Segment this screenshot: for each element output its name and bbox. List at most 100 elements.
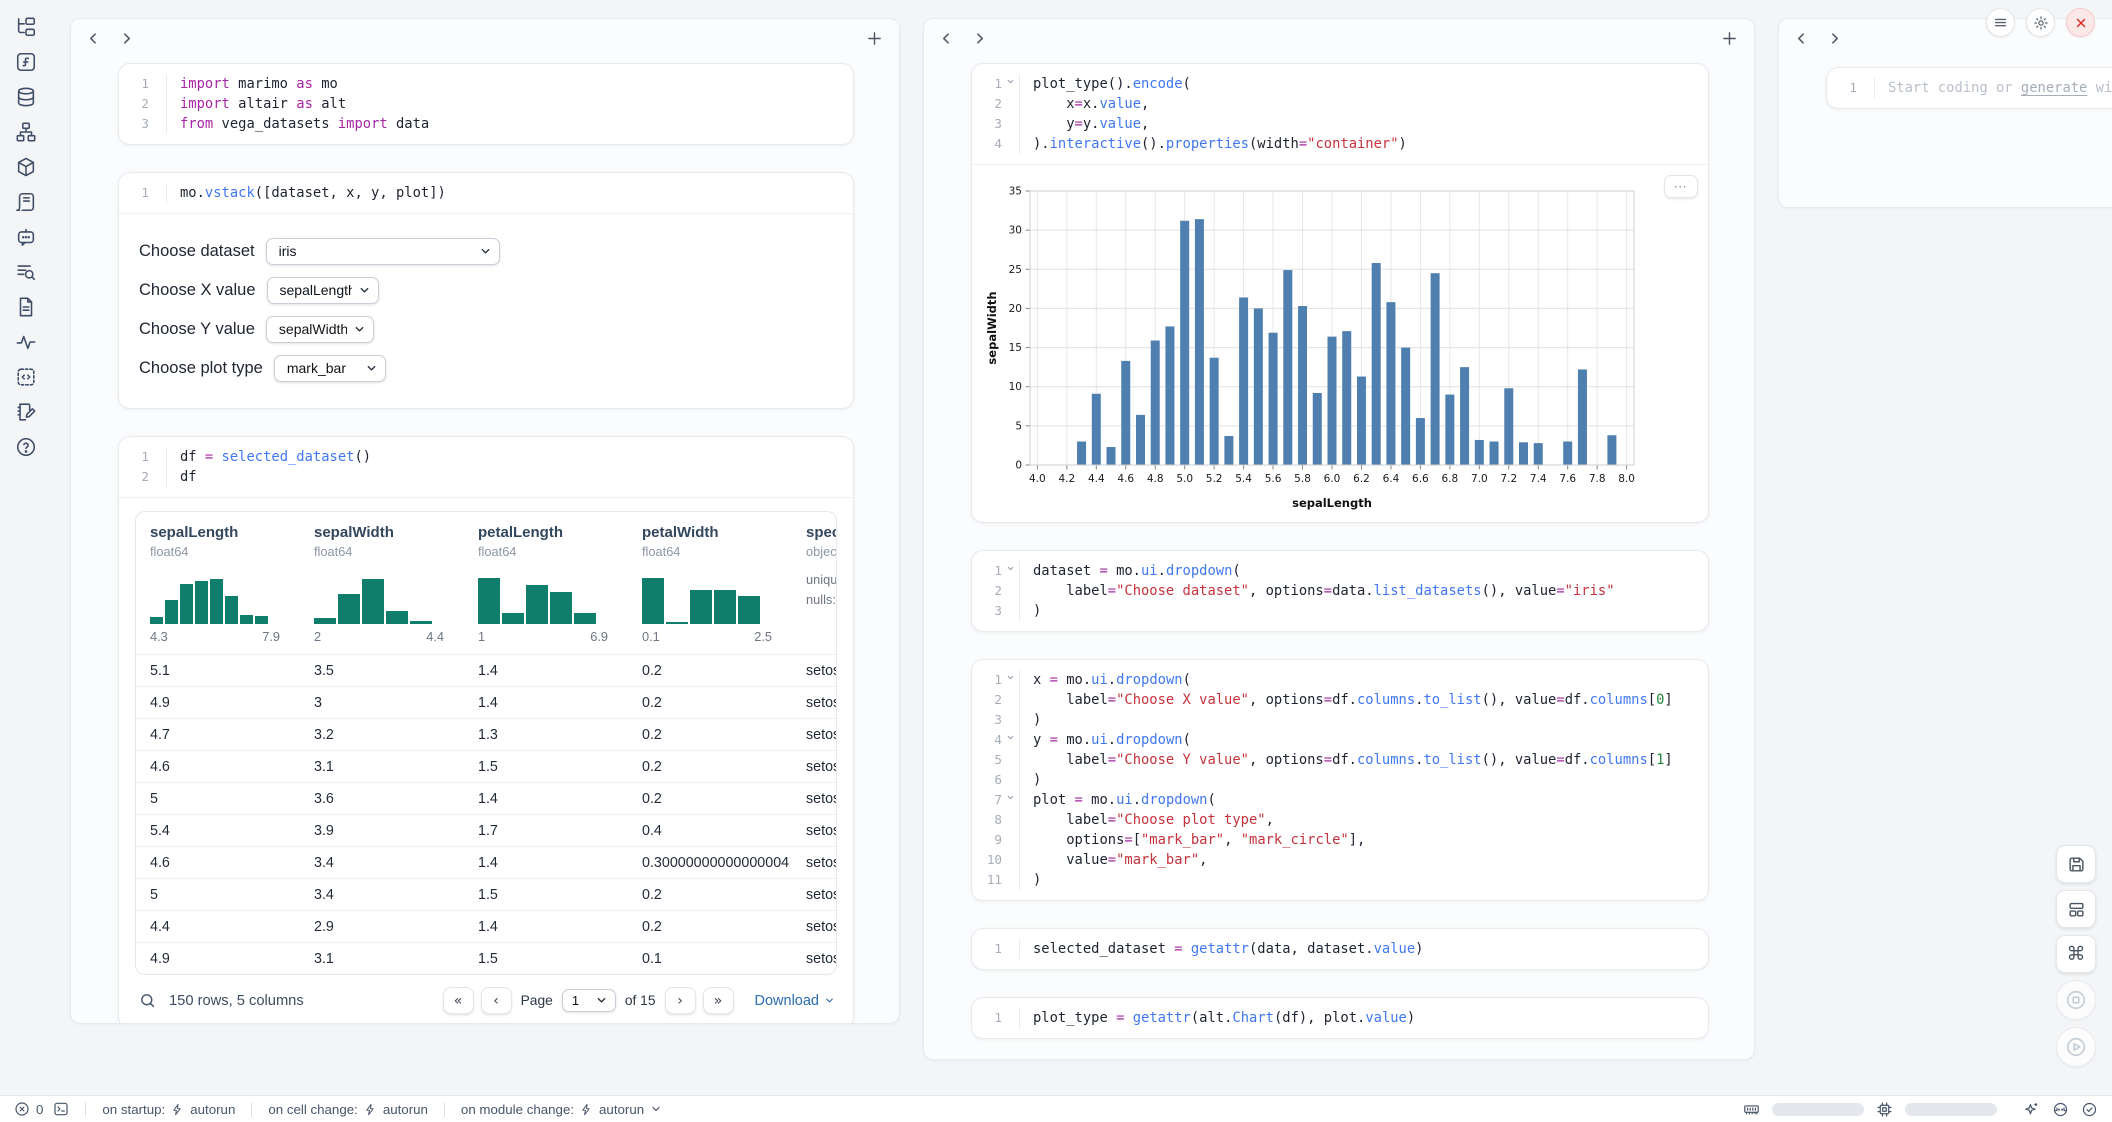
shutdown-status[interactable]: 0	[14, 1101, 43, 1117]
table-row[interactable]: 4.73.21.30.2setos	[136, 718, 836, 750]
svg-text:7.8: 7.8	[1589, 473, 1606, 485]
table-cell: setos	[806, 919, 836, 935]
column-prev-icon[interactable]	[1795, 32, 1808, 45]
table-row[interactable]: 4.42.91.40.2setos	[136, 910, 836, 942]
activity-icon[interactable]	[15, 331, 37, 353]
column-name: sepalLength	[150, 524, 314, 541]
table-row[interactable]: 4.63.41.40.30000000000000004setos	[136, 846, 836, 878]
fold-chevron-icon[interactable]	[1002, 670, 1019, 690]
snippets-icon[interactable]	[15, 366, 37, 388]
table-row[interactable]: 4.63.11.50.2setos	[136, 750, 836, 782]
menu-button[interactable]	[1986, 8, 2015, 37]
chart-actions-button[interactable]: ⋯	[1664, 175, 1698, 198]
table-row[interactable]: 53.61.40.2setos	[136, 782, 836, 814]
search-icon[interactable]	[139, 992, 156, 1009]
table-row[interactable]: 4.93.11.50.1setos	[136, 942, 836, 974]
column-next-icon[interactable]	[973, 32, 986, 45]
dropdown-choose-x-value[interactable]: sepalLength	[267, 277, 379, 304]
help-icon[interactable]	[15, 436, 37, 458]
code-editor[interactable]: 1df = selected_dataset()2df	[119, 437, 853, 497]
scroll-icon[interactable]	[15, 191, 37, 213]
run-button[interactable]	[2056, 1027, 2096, 1067]
fold-chevron-icon[interactable]	[1002, 561, 1019, 581]
first-page-button[interactable]: «	[443, 987, 474, 1014]
table-row[interactable]: 5.43.91.70.4setos	[136, 814, 836, 846]
dropdown-choose-plot-type[interactable]: mark_bar	[274, 355, 386, 382]
save-button[interactable]	[2056, 845, 2096, 883]
code-editor[interactable]: 1selected_dataset = getattr(data, datase…	[972, 929, 1708, 969]
bar	[1401, 348, 1410, 465]
on-startup-setting[interactable]: on startup: autorun	[102, 1102, 235, 1117]
ai-assist-button[interactable]	[2023, 1101, 2040, 1118]
add-cell-icon[interactable]	[866, 30, 883, 47]
svg-text:4.2: 4.2	[1058, 473, 1075, 485]
table-cell: 3.4	[314, 855, 478, 871]
settings-button[interactable]	[2026, 8, 2055, 37]
line-number: 5	[972, 750, 1002, 770]
stop-button[interactable]	[2056, 980, 2096, 1020]
svg-text:4.4: 4.4	[1088, 473, 1105, 485]
column-next-icon[interactable]	[1828, 32, 1841, 45]
column-header[interactable]: petalWidthfloat640.12.5	[642, 524, 806, 654]
column-prev-icon[interactable]	[940, 32, 953, 45]
code-editor[interactable]: 1import marimo as mo2import altair as al…	[119, 64, 853, 144]
next-page-button[interactable]: ›	[665, 987, 696, 1014]
on-cell-change-setting[interactable]: on cell change: autorun	[268, 1102, 428, 1117]
column-next-icon[interactable]	[120, 32, 133, 45]
add-cell-icon[interactable]	[1721, 30, 1738, 47]
list-search-icon[interactable]	[15, 261, 37, 283]
prev-page-button[interactable]: ‹	[481, 987, 512, 1014]
database-icon[interactable]	[15, 86, 37, 108]
document-icon[interactable]	[15, 296, 37, 318]
column-header[interactable]: petalLengthfloat6416.9	[478, 524, 642, 654]
page-select[interactable]: 1	[562, 989, 616, 1012]
page-select[interactable]: 1	[562, 989, 616, 1012]
bar	[1239, 297, 1248, 465]
dropdown-choose-dataset[interactable]: iris	[266, 238, 500, 265]
svg-text:7.4: 7.4	[1530, 473, 1547, 485]
download-button[interactable]: Download	[755, 993, 836, 1009]
file-tree-icon[interactable]	[15, 16, 37, 38]
cpu-usage-meter[interactable]	[1905, 1103, 1997, 1116]
chat-bot-icon[interactable]	[15, 226, 37, 248]
layout-button[interactable]	[2056, 890, 2096, 928]
dropdown-choose-y-value[interactable]: sepalWidth	[266, 316, 374, 343]
package-icon[interactable]	[15, 156, 37, 178]
dropdown-choose-y-value[interactable]: sepalWidth	[266, 316, 374, 343]
column-header[interactable]: sepalLengthfloat644.37.9	[150, 524, 314, 654]
panel-header	[924, 23, 1754, 53]
code-editor[interactable]: 1mo.vstack([dataset, x, y, plot])	[119, 173, 853, 213]
table-row[interactable]: 4.931.40.2setos	[136, 686, 836, 718]
line-number: 9	[972, 830, 1002, 850]
code-editor[interactable]: 1Start coding or generate with	[1827, 68, 2112, 108]
function-square-icon[interactable]	[15, 51, 37, 73]
dropdown-choose-dataset[interactable]: iris	[266, 238, 500, 265]
column-header[interactable]: sepalWidthfloat6424.4	[314, 524, 478, 654]
code-editor[interactable]: 1plot_type = getattr(alt.Chart(df), plot…	[972, 998, 1708, 1038]
code-editor[interactable]: 1x = mo.ui.dropdown(2 label="Choose X va…	[972, 660, 1708, 900]
copilot-button[interactable]	[2052, 1101, 2069, 1118]
bar-chart[interactable]: 4.04.24.44.64.85.05.25.45.65.86.06.26.46…	[984, 179, 1646, 513]
shutdown-close-button[interactable]	[2066, 8, 2095, 37]
last-page-button[interactable]: »	[703, 987, 734, 1014]
keyboard-shortcuts-button[interactable]: ⌘	[2056, 935, 2096, 973]
code-editor[interactable]: 1plot_type().encode(2 x=x.value,3 y=y.va…	[972, 64, 1708, 164]
table-cell: setos	[806, 663, 836, 679]
sparkles-icon	[2023, 1101, 2040, 1118]
column-header[interactable]: speciobjecuniqunulls:	[806, 524, 836, 654]
fold-chevron-icon[interactable]	[1002, 790, 1019, 810]
dropdown-choose-plot-type[interactable]: mark_bar	[274, 355, 386, 382]
dependency-graph-icon[interactable]	[15, 121, 37, 143]
scratchpad-icon[interactable]	[15, 401, 37, 423]
code-editor[interactable]: 1dataset = mo.ui.dropdown(2 label="Choos…	[972, 551, 1708, 631]
dropdown-choose-x-value[interactable]: sepalLength	[267, 277, 379, 304]
connection-status-button[interactable]	[2081, 1101, 2098, 1118]
table-row[interactable]: 5.13.51.40.2setos	[136, 654, 836, 686]
terminal-button[interactable]	[53, 1101, 69, 1117]
fold-chevron-icon[interactable]	[1002, 74, 1019, 94]
column-prev-icon[interactable]	[87, 32, 100, 45]
fold-chevron-icon[interactable]	[1002, 730, 1019, 750]
on-module-change-setting[interactable]: on module change: autorun	[461, 1102, 662, 1117]
table-row[interactable]: 53.41.50.2setos	[136, 878, 836, 910]
ram-usage-meter[interactable]	[1772, 1103, 1864, 1116]
